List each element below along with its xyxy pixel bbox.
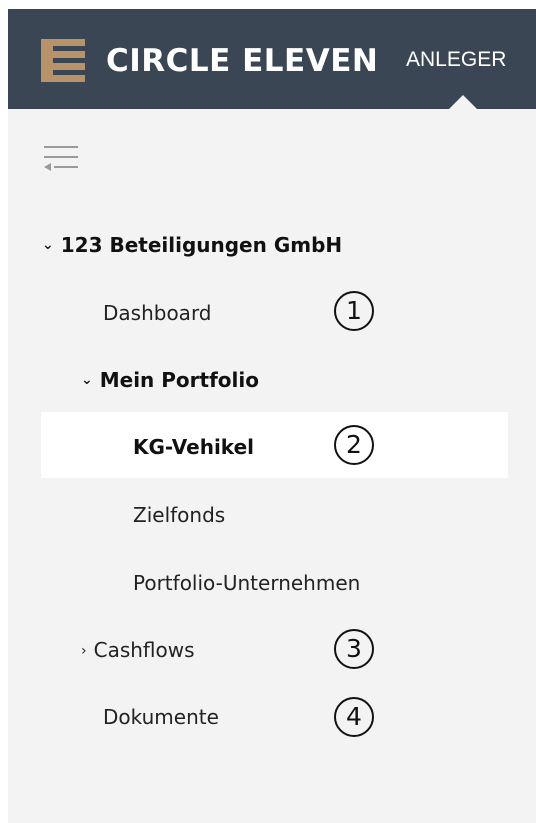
chevron-down-icon: ⌄ — [42, 237, 54, 253]
annotation-marker-2: 2 — [334, 425, 374, 465]
annotation-marker-3: 3 — [334, 629, 374, 669]
menu-collapse-icon[interactable] — [40, 144, 82, 180]
brand-name: CIRCLE ELEVEN — [106, 43, 379, 79]
sidebar-item-cashflows-label: Cashflows — [93, 638, 195, 662]
chevron-down-icon: ⌄ — [81, 372, 93, 388]
sidebar-company[interactable]: ⌄ 123 Beteiligungen GmbH — [42, 231, 342, 259]
annotation-marker-1: 1 — [334, 291, 374, 331]
nav-section-anleger[interactable]: ANLEGER — [406, 46, 506, 74]
sidebar-item-portfolio[interactable]: ⌄ Mein Portfolio — [81, 366, 259, 394]
sidebar-item-kg-vehikel[interactable]: KG-Vehikel — [133, 433, 254, 461]
sidebar-company-label: 123 Beteiligungen GmbH — [60, 233, 343, 257]
circle-eleven-logo-icon — [41, 39, 85, 82]
sidebar-item-dokumente[interactable]: Dokumente — [103, 703, 219, 731]
top-header: CIRCLE ELEVEN ANLEGER — [8, 9, 536, 109]
sidebar-item-zielfonds[interactable]: Zielfonds — [133, 501, 225, 529]
sidebar-item-cashflows[interactable]: › Cashflows — [81, 636, 195, 665]
sidebar-active-row — [41, 412, 508, 478]
annotation-marker-4: 4 — [334, 697, 374, 737]
active-section-caret — [449, 95, 477, 109]
sidebar-item-dashboard[interactable]: Dashboard — [103, 299, 212, 327]
chevron-right-icon: › — [81, 643, 87, 659]
sidebar-item-portfolio-label: Mein Portfolio — [99, 368, 259, 392]
app-window: CIRCLE ELEVEN ANLEGER ⌄ 123 Beteiligungen… — [8, 9, 536, 823]
sidebar-item-portfolio-unternehmen[interactable]: Portfolio-Unternehmen — [133, 569, 360, 597]
